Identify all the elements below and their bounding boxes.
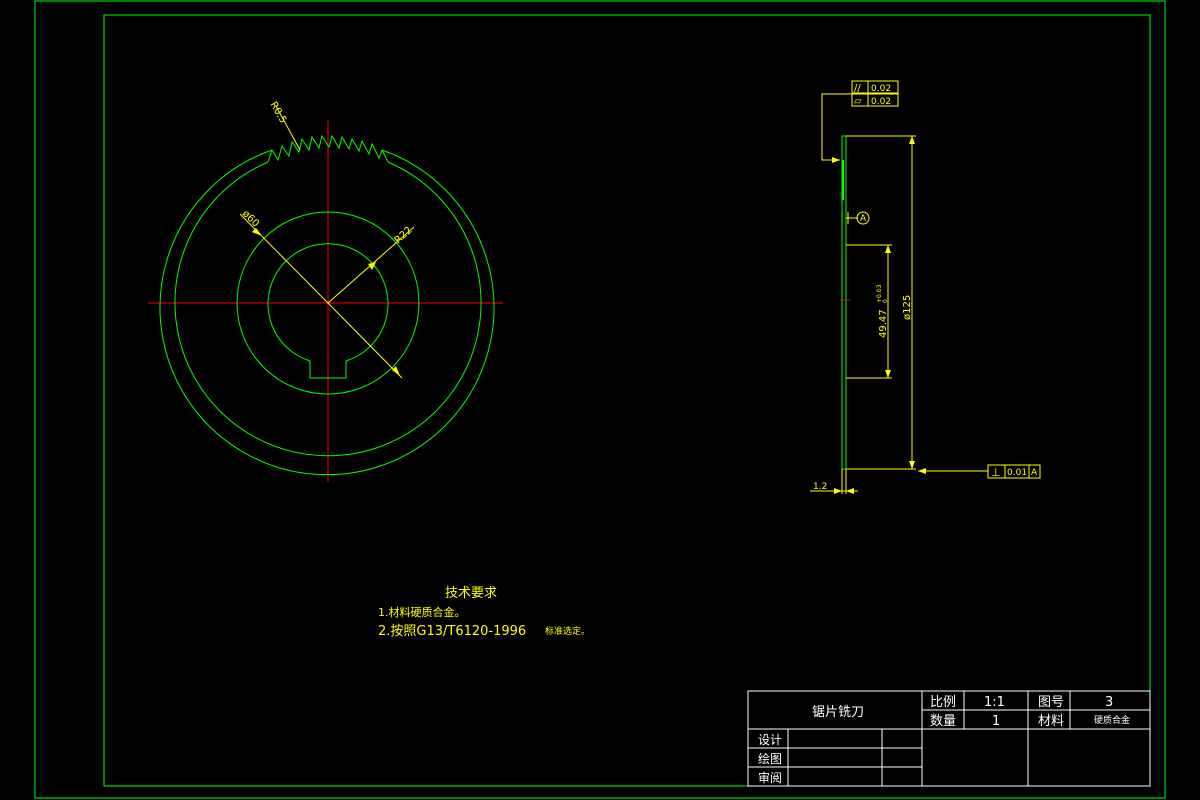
teeth bbox=[271, 134, 383, 162]
tech-item-2-prefix: 2.按照G13/T6120-1996 bbox=[378, 624, 526, 639]
dim-bore-radius-text: R22 bbox=[393, 225, 415, 246]
tol-perp-symbol: ⊥ bbox=[991, 466, 1001, 479]
dim-bore-text: 49.47 bbox=[878, 309, 889, 338]
dim-thickness-text: 1.2 bbox=[813, 482, 827, 492]
dim-bore-tol-lower: 0 bbox=[882, 299, 889, 303]
drawing-no-value: 3 bbox=[1105, 695, 1113, 710]
drawing-no-label: 图号 bbox=[1038, 695, 1064, 710]
tech-item-2-suffix: 标准选定。 bbox=[545, 625, 590, 637]
datum-label: A bbox=[860, 214, 867, 224]
inner-border bbox=[103, 14, 1151, 787]
tol-flatness-value: 0.02 bbox=[871, 97, 891, 107]
design-label: 设计 bbox=[758, 733, 782, 747]
tol-perp-datum: A bbox=[1031, 468, 1038, 478]
front-view: R0.5 ø60 R22 bbox=[148, 100, 503, 482]
scale-label: 比例 bbox=[930, 695, 956, 710]
material-label: 材料 bbox=[1038, 714, 1064, 729]
tol-flatness-symbol: ⏥ bbox=[854, 96, 862, 107]
tol-parallel-symbol: // bbox=[854, 83, 861, 94]
dim-tooth-radius-text: R0.5 bbox=[267, 100, 288, 125]
scale-value: 1:1 bbox=[984, 695, 1005, 710]
tech-item-1: 1.材料硬质合金。 bbox=[378, 605, 466, 619]
dim-inner-diameter-line bbox=[239, 213, 403, 379]
part-name: 锯片铣刀 bbox=[812, 705, 864, 720]
material-value: 硬质合金 bbox=[1094, 714, 1130, 726]
side-view: // 0.02 ⏥ 0.02 A 49.47 +0.03 0 ø125 ⊥ 0.… bbox=[810, 80, 1041, 494]
title-block-text: 锯片铣刀 比例 1:1 图号 3 数量 1 材料 硬质合金 设计 绘图 审阅 bbox=[758, 695, 1130, 785]
tol-parallel-value: 0.02 bbox=[871, 84, 891, 94]
dim-inner-diameter-text: ø60 bbox=[240, 208, 261, 229]
drawing-canvas: R0.5 ø60 R22 // 0.02 ⏥ 0.02 A 49.47 +0.0… bbox=[34, 0, 1166, 799]
dim-outer-text: ø125 bbox=[902, 295, 913, 320]
drawn-label: 绘图 bbox=[758, 751, 782, 766]
quantity-label: 数量 bbox=[930, 714, 956, 729]
tol-perp-value: 0.01 bbox=[1007, 468, 1027, 478]
review-label: 审阅 bbox=[758, 770, 782, 785]
tech-requirements: 技术要求 1.材料硬质合金。 2.按照G13/T6120-1996 标准选定。 bbox=[378, 586, 590, 639]
tol-leader bbox=[821, 93, 852, 161]
outer-rim-arc bbox=[159, 149, 495, 476]
quantity-value: 1 bbox=[992, 714, 1000, 729]
tech-title: 技术要求 bbox=[445, 586, 497, 601]
outer-border bbox=[34, 0, 1166, 799]
